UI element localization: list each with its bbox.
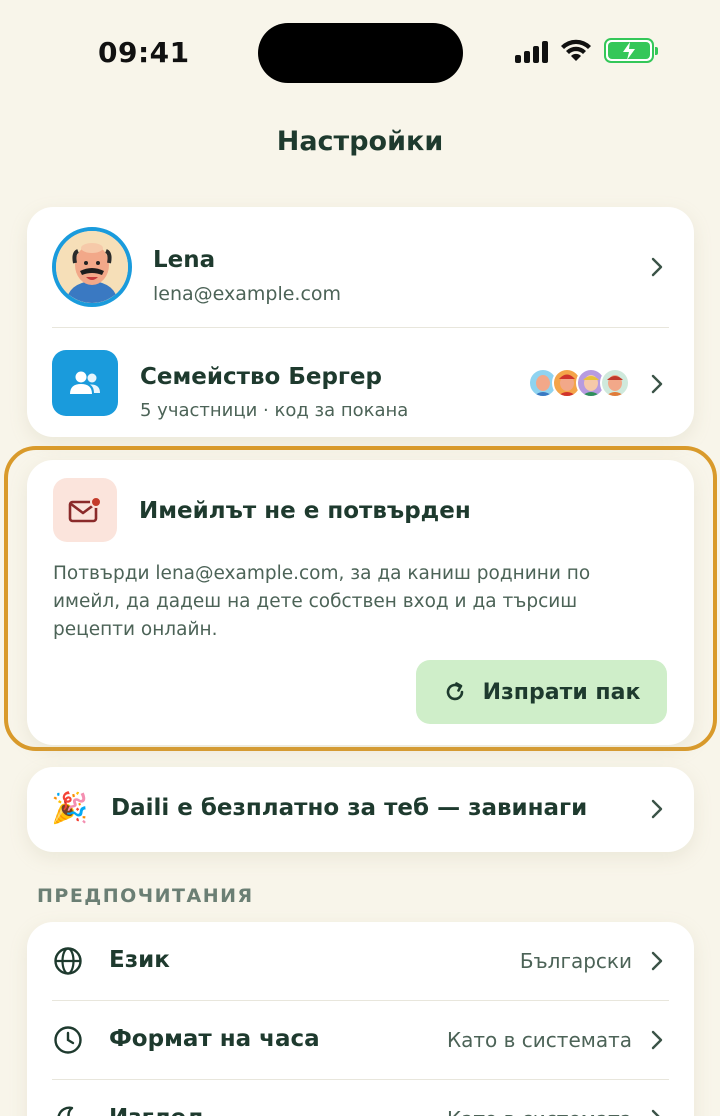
pref-value: Като в системата xyxy=(446,1028,632,1052)
family-name: Семейство Бергер xyxy=(140,364,382,390)
family-row[interactable]: Семейство Бергер 5 участници · код за по… xyxy=(27,329,694,437)
resend-button[interactable]: Изпрати пак xyxy=(416,660,667,724)
chevron-right-icon xyxy=(651,1030,663,1050)
page-title: Настройки xyxy=(276,126,444,157)
chevron-right-icon xyxy=(651,374,663,394)
family-group-icon xyxy=(52,350,118,416)
chevron-right-icon xyxy=(651,257,663,277)
pref-value: Български xyxy=(519,949,632,973)
pref-row-language[interactable]: Език Български xyxy=(27,922,694,1000)
profile-name: Lena xyxy=(153,247,216,273)
profile-row[interactable]: Lena lena@example.com xyxy=(27,207,694,327)
pref-value: Като в системата xyxy=(447,1107,632,1116)
globe-icon xyxy=(54,947,82,975)
avatar xyxy=(52,227,132,307)
preferences-card: Език Български Формат на часа Като в сис… xyxy=(27,922,694,1116)
member-avatars xyxy=(528,368,630,398)
pref-label: Изглед xyxy=(109,1105,205,1116)
section-label-preferences: ПРЕДПОЧИТАНИЯ xyxy=(37,885,254,907)
battery-charging-icon xyxy=(604,38,658,63)
mail-alert-icon xyxy=(53,478,117,542)
dynamic-island xyxy=(258,23,463,83)
free-banner-text: Daili е безплатно за теб — завинаги xyxy=(111,795,588,821)
avatar xyxy=(600,368,630,398)
status-bar: 09:41 xyxy=(0,0,720,100)
wifi-icon xyxy=(561,39,591,61)
clock-icon xyxy=(54,1026,82,1054)
divider xyxy=(52,327,669,328)
chevron-right-icon xyxy=(651,1109,660,1116)
party-popper-icon: 🎉 xyxy=(51,791,89,826)
moon-icon xyxy=(57,1106,74,1116)
chevron-right-icon xyxy=(651,951,663,971)
chevron-right-icon xyxy=(651,799,663,819)
resend-button-label: Изпрати пак xyxy=(482,679,641,705)
warning-title: Имейлът не е потвърден xyxy=(139,498,471,524)
status-icons xyxy=(515,38,658,63)
pref-label: Език xyxy=(109,947,170,973)
signal-icon xyxy=(515,39,548,63)
profile-email: lena@example.com xyxy=(153,283,342,305)
pref-row-time-format[interactable]: Формат на часа Като в системата xyxy=(27,1001,694,1079)
pref-label: Формат на часа xyxy=(109,1026,320,1052)
free-banner-row[interactable]: 🎉 Daili е безплатно за теб — завинаги xyxy=(27,767,694,852)
refresh-icon xyxy=(446,682,463,701)
warning-body: Потвърди lena@example.com, за да каниш р… xyxy=(53,563,591,640)
pref-row-appearance[interactable]: Изглед Като в системата xyxy=(27,1080,694,1116)
family-subtitle: 5 участници · код за покана xyxy=(140,400,409,421)
account-card: Lena lena@example.com Семейство Бергер 5… xyxy=(27,207,694,437)
email-unverified-card: Имейлът не е потвърден Потвърди lena@exa… xyxy=(27,460,694,745)
status-time: 09:41 xyxy=(98,36,190,69)
